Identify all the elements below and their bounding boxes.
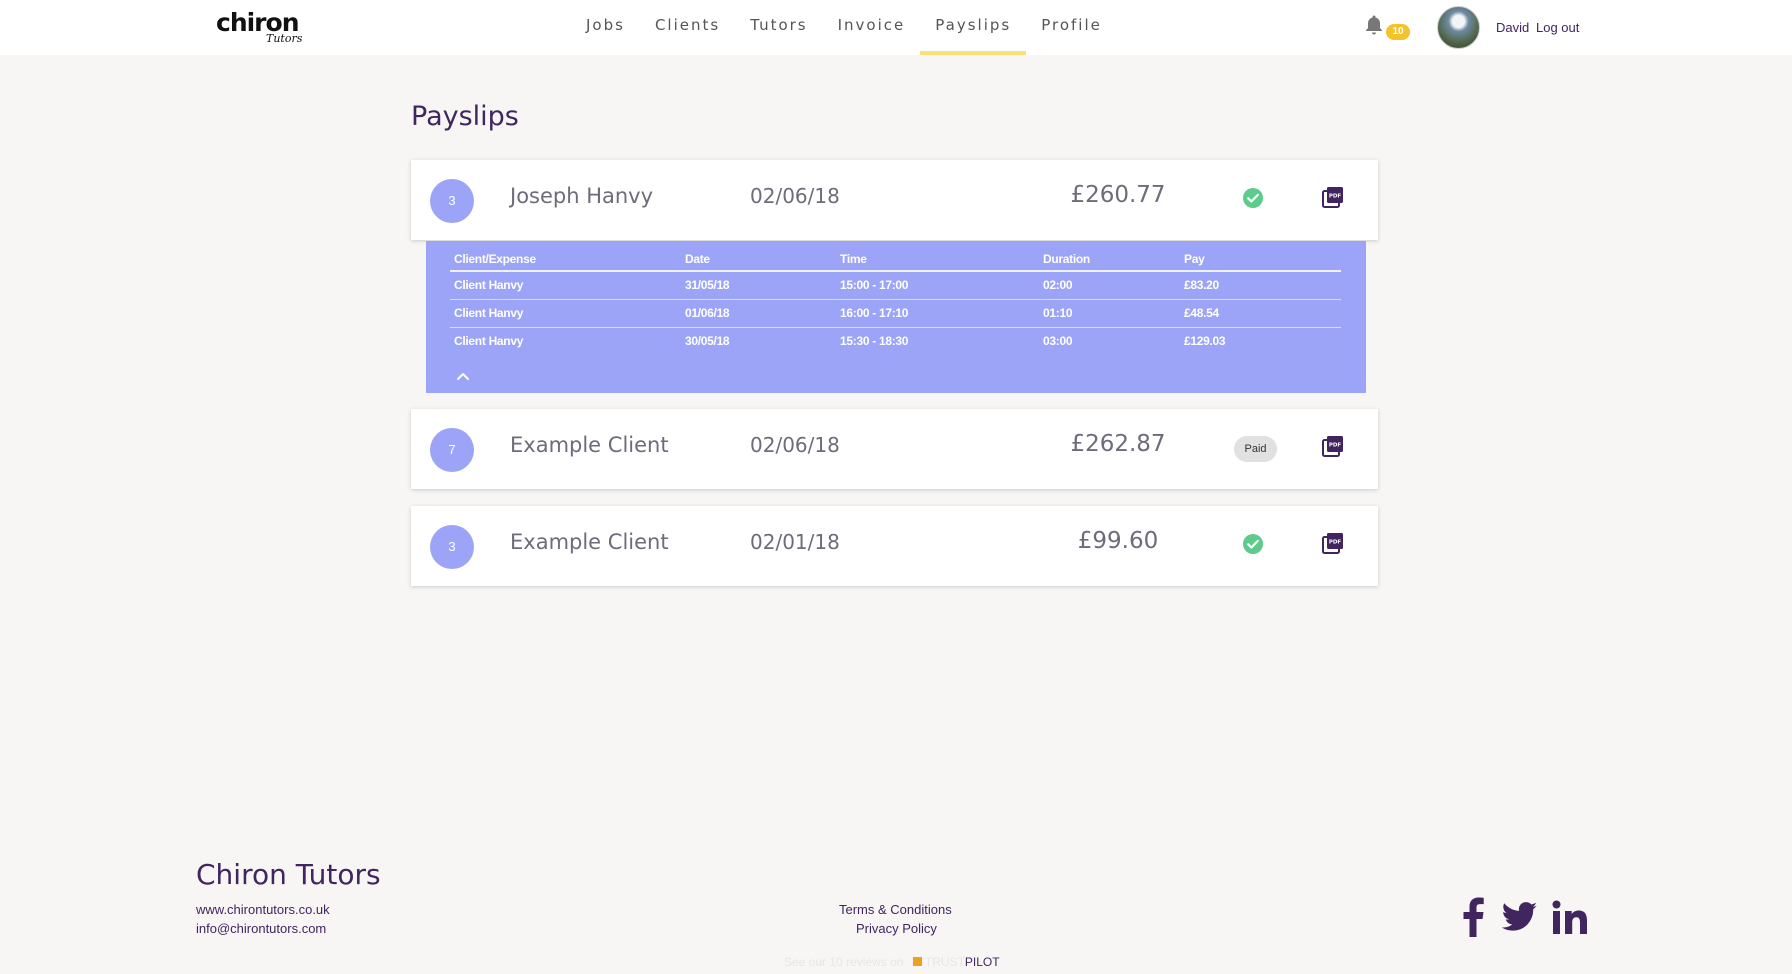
column-header: Date [681, 247, 836, 272]
cell-date: 01/06/18 [681, 298, 836, 327]
page-title: Payslips [411, 101, 519, 132]
user-avatar[interactable] [1437, 6, 1480, 49]
nav-payslips[interactable]: Payslips [920, 0, 1027, 55]
svg-text:PDF: PDF [1329, 194, 1342, 200]
check-icon [1243, 188, 1263, 208]
cell-time: 16:00 - 17:10 [836, 298, 1039, 327]
paid-status-badge: Paid [1234, 436, 1277, 462]
table-row: Client Hanvy 01/06/18 16:00 - 17:10 01:1… [450, 298, 1341, 327]
cell-pay: £48.54 [1180, 298, 1341, 327]
payslip-detail-table: Client/Expense Date Time Duration Pay Cl… [450, 247, 1341, 355]
payslip-client-name: Example Client [510, 530, 669, 554]
table-row: Client Hanvy 31/05/18 15:00 - 17:00 02:0… [450, 271, 1341, 299]
trustpilot-count: 10 [829, 955, 843, 969]
nav-invoice[interactable]: Invoice [823, 0, 921, 55]
pdf-icon[interactable]: PDF [1322, 532, 1344, 554]
nav-clients[interactable]: Clients [640, 0, 735, 55]
cell-time: 15:30 - 18:30 [836, 326, 1039, 355]
trustpilot-brand: TRUST [924, 955, 965, 969]
nav-tutors[interactable]: Tutors [735, 0, 822, 55]
main-nav: Jobs Clients Tutors Invoice Payslips Pro… [571, 0, 1117, 55]
linkedin-icon[interactable] [1552, 900, 1588, 936]
column-header: Duration [1039, 247, 1180, 272]
session-count: 7 [430, 428, 474, 472]
twitter-icon[interactable] [1502, 902, 1538, 932]
footer-email-link[interactable]: info@chirontutors.com [196, 921, 326, 936]
column-header: Client/Expense [450, 247, 681, 272]
table-header-row: Client/Expense Date Time Duration Pay [450, 247, 1341, 272]
user-name[interactable]: David [1496, 20, 1529, 35]
check-icon [1243, 534, 1263, 554]
trustpilot-pilot: PILOT [964, 955, 1000, 969]
cell-pay: £129.03 [1180, 326, 1341, 355]
payslip-date: 02/06/18 [750, 184, 840, 208]
footer-website-link[interactable]: www.chirontutors.co.uk [196, 902, 330, 917]
privacy-link[interactable]: Privacy Policy [856, 921, 937, 936]
top-navbar: chiron Tutors Jobs Clients Tutors Invoic… [0, 0, 1792, 55]
nav-jobs[interactable]: Jobs [571, 0, 640, 55]
cell-date: 30/05/18 [681, 326, 836, 355]
notification-bell-icon[interactable] [1364, 14, 1384, 36]
notification-count-badge[interactable]: 10 [1386, 24, 1410, 40]
trustpilot-pre: See our [784, 955, 827, 969]
logo-script: Tutors [266, 32, 303, 45]
payslip-amount: £260.77 [1070, 182, 1166, 208]
payslip-card[interactable]: 7 Example Client 02/06/18 £262.87 Paid P… [411, 409, 1378, 489]
svg-text:PDF: PDF [1329, 443, 1342, 449]
svg-text:PDF: PDF [1329, 540, 1342, 546]
pdf-icon[interactable]: PDF [1322, 186, 1344, 208]
payslip-client-name: Joseph Hanvy [510, 184, 654, 208]
trustpilot-star-icon [912, 957, 922, 966]
table-row: Client Hanvy 30/05/18 15:30 - 18:30 03:0… [450, 326, 1341, 355]
trustpilot-mid: reviews on [846, 955, 904, 969]
cell-date: 31/05/18 [685, 278, 730, 293]
chevron-up-icon[interactable] [456, 371, 470, 381]
payslip-client-name: Example Client [510, 433, 669, 457]
cell-duration: 03:00 [1039, 326, 1180, 355]
facebook-icon[interactable] [1462, 897, 1484, 937]
logout-link[interactable]: Log out [1536, 20, 1579, 35]
cell-client: Client Hanvy [450, 326, 681, 355]
terms-link[interactable]: Terms & Conditions [839, 902, 952, 917]
session-count: 3 [430, 525, 474, 569]
cell-duration: 01:10 [1039, 298, 1180, 327]
payslip-detail-panel: Client/Expense Date Time Duration Pay Cl… [426, 241, 1366, 393]
payslip-card[interactable]: 3 Example Client 02/01/18 £99.60 PDF [411, 506, 1378, 586]
cell-time: 15:00 - 17:00 [840, 278, 909, 293]
payslip-date: 02/06/18 [750, 433, 840, 457]
payslip-amount: £262.87 [1070, 431, 1166, 457]
payslip-card[interactable]: 3 Joseph Hanvy 02/06/18 £260.77 PDF [411, 160, 1378, 240]
cell-client: Client Hanvy [454, 278, 524, 293]
cell-pay: £83.20 [1184, 278, 1219, 293]
payslip-amount: £99.60 [1077, 528, 1159, 554]
payslip-date: 02/01/18 [750, 530, 840, 554]
column-header: Time [836, 247, 1039, 272]
pdf-icon[interactable]: PDF [1322, 435, 1344, 457]
chiron-logo[interactable]: chiron Tutors [216, 8, 316, 48]
session-count: 3 [430, 179, 474, 223]
column-header: Pay [1180, 247, 1341, 272]
trustpilot-widget[interactable]: See our 10 reviews on TRUSTPILOT [784, 955, 1000, 969]
nav-profile[interactable]: Profile [1026, 0, 1117, 55]
footer-title: Chiron Tutors [196, 858, 381, 891]
cell-duration: 02:00 [1043, 278, 1073, 293]
cell-client: Client Hanvy [450, 298, 681, 327]
